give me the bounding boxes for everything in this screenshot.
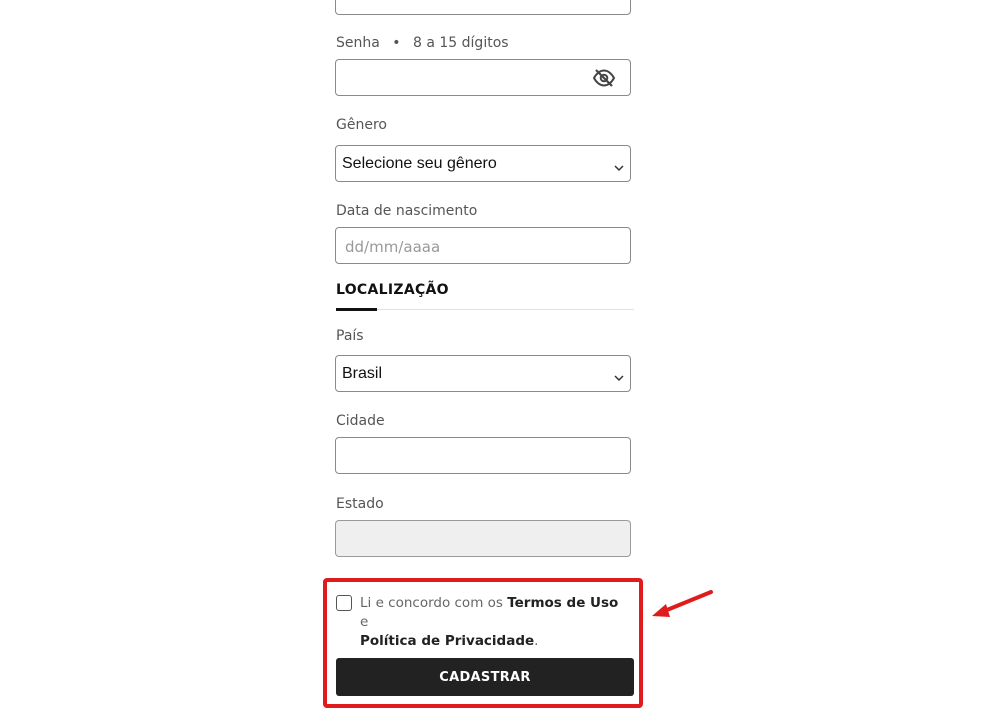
city-label: Cidade: [336, 413, 385, 429]
country-select[interactable]: Brasil: [335, 355, 631, 392]
section-divider: [336, 309, 634, 310]
password-separator: •: [392, 35, 401, 51]
country-label: País: [336, 328, 364, 344]
birthdate-field[interactable]: dd/mm/aaaa: [335, 227, 631, 264]
birthdate-placeholder: dd/mm/aaaa: [345, 238, 441, 256]
gender-selected-value: Selecione seu gênero: [342, 155, 497, 172]
gender-label: Gênero: [336, 117, 387, 133]
city-field[interactable]: [335, 437, 631, 474]
state-label: Estado: [336, 496, 384, 512]
gender-select[interactable]: Selecione seu gênero: [335, 145, 631, 182]
chevron-down-icon: [614, 159, 624, 172]
password-label: Senha: [336, 35, 380, 51]
section-divider-accent: [336, 308, 377, 311]
location-section-title: LOCALIZAÇÃO: [336, 282, 449, 298]
state-field: [335, 520, 631, 557]
previous-field[interactable]: [335, 0, 631, 15]
password-label-row: Senha • 8 a 15 dígitos: [336, 35, 509, 51]
birthdate-label: Data de nascimento: [336, 203, 478, 219]
country-selected-value: Brasil: [342, 365, 383, 382]
eye-slash-icon[interactable]: [592, 69, 616, 87]
chevron-down-icon: [614, 369, 624, 382]
password-hint: 8 a 15 dígitos: [413, 35, 509, 51]
arrow-icon: [648, 588, 714, 620]
password-field[interactable]: [335, 59, 631, 96]
highlight-box: [323, 578, 643, 708]
